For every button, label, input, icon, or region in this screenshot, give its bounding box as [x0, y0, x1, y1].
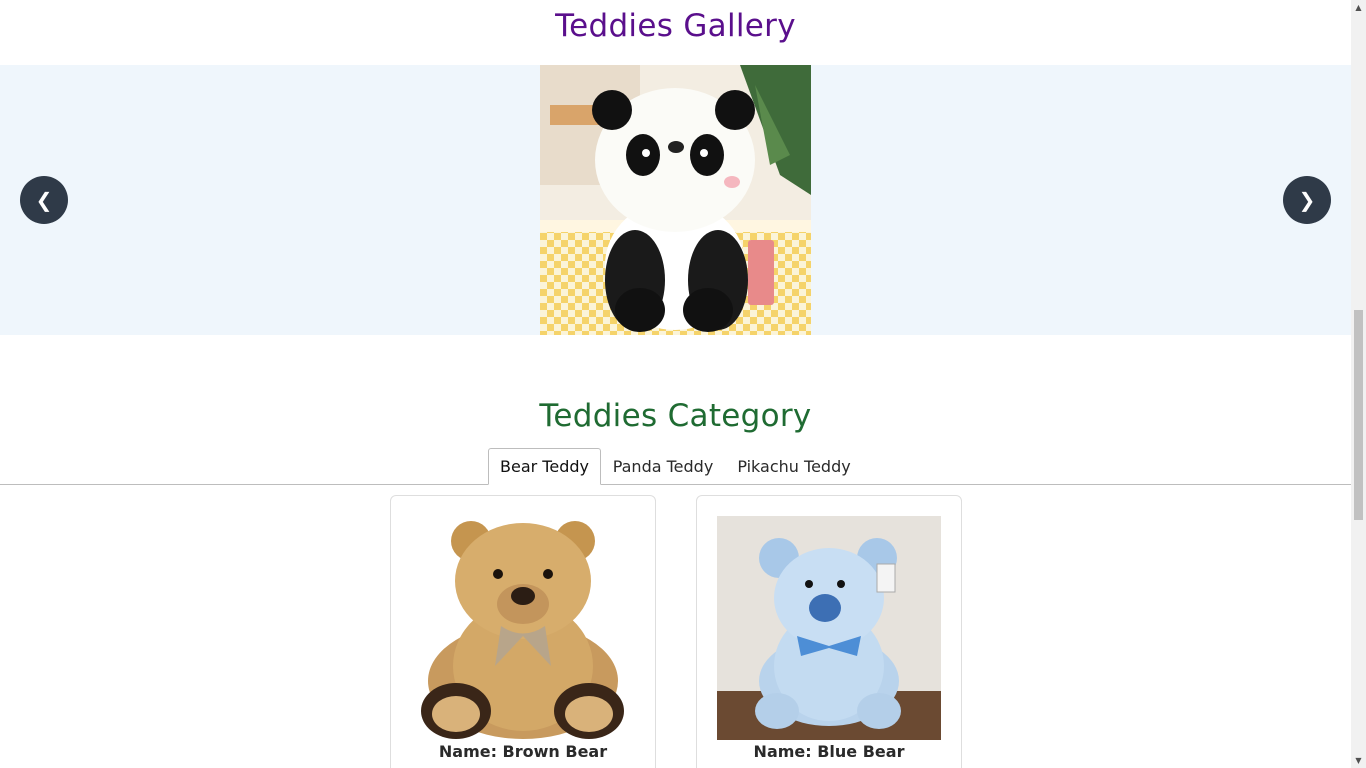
product-card-brown-bear[interactable]: Name: Brown Bear — [390, 495, 656, 768]
tabs-divider — [0, 484, 1351, 485]
tab-pikachu-teddy[interactable]: Pikachu Teddy — [727, 448, 861, 484]
product-name: Name: Blue Bear — [753, 742, 905, 761]
product-name: Name: Brown Bear — [438, 742, 608, 761]
tab-bear-teddy[interactable]: Bear Teddy — [488, 448, 601, 485]
scroll-down-icon[interactable]: ▼ — [1351, 753, 1366, 768]
blue-bear-image — [717, 516, 941, 740]
tab-panda-teddy[interactable]: Panda Teddy — [603, 448, 723, 484]
carousel-prev-button[interactable]: ❮ — [20, 176, 68, 224]
panda-teddy-slide-image — [540, 65, 811, 335]
gallery-title: Teddies Gallery — [555, 8, 796, 44]
carousel: ❮ ❯ — [0, 65, 1351, 335]
scrollbar-thumb[interactable] — [1354, 310, 1363, 520]
product-card-blue-bear[interactable]: Name: Blue Bear — [696, 495, 962, 768]
scroll-up-icon[interactable]: ▲ — [1351, 0, 1366, 15]
category-title: Teddies Category — [539, 398, 812, 434]
page: Teddies Gallery ❮ ❯ Teddies Category Bea… — [0, 0, 1351, 768]
scrollbar[interactable]: ▲ ▼ — [1351, 0, 1366, 768]
carousel-next-button[interactable]: ❯ — [1283, 176, 1331, 224]
brown-bear-image — [411, 516, 635, 740]
